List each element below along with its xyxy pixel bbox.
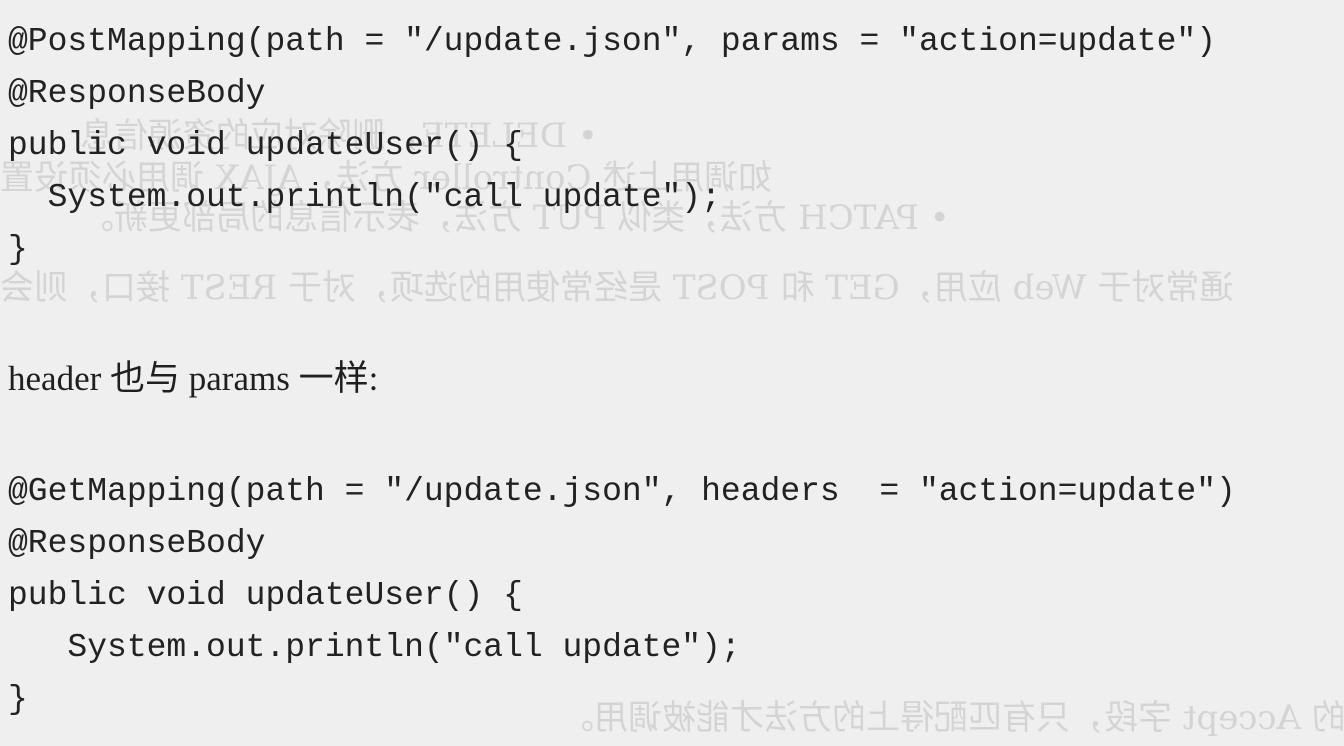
code-line: } [8, 681, 28, 718]
code-line: @PostMapping(path = "/update.json", para… [8, 23, 1216, 60]
body-paragraph: header 也与 params 一样: [8, 359, 379, 398]
code-line: public void updateUser() { [8, 577, 523, 614]
code-line: @ResponseBody [8, 75, 266, 112]
code-line: @ResponseBody [8, 525, 266, 562]
code-line: System.out.println("call update"); [8, 179, 721, 216]
document-page: • DELETE，删除对应的资源信息 如调用上述 Controller 方法，A… [0, 0, 1344, 746]
code-line: public void updateUser() { [8, 127, 523, 164]
code-line: @GetMapping(path = "/update.json", heade… [8, 473, 1236, 510]
code-line: } [8, 231, 28, 268]
code-block-get-mapping: @GetMapping(path = "/update.json", heade… [8, 466, 1236, 726]
code-line: System.out.println("call update"); [8, 629, 741, 666]
code-block-post-mapping: @PostMapping(path = "/update.json", para… [8, 16, 1216, 276]
